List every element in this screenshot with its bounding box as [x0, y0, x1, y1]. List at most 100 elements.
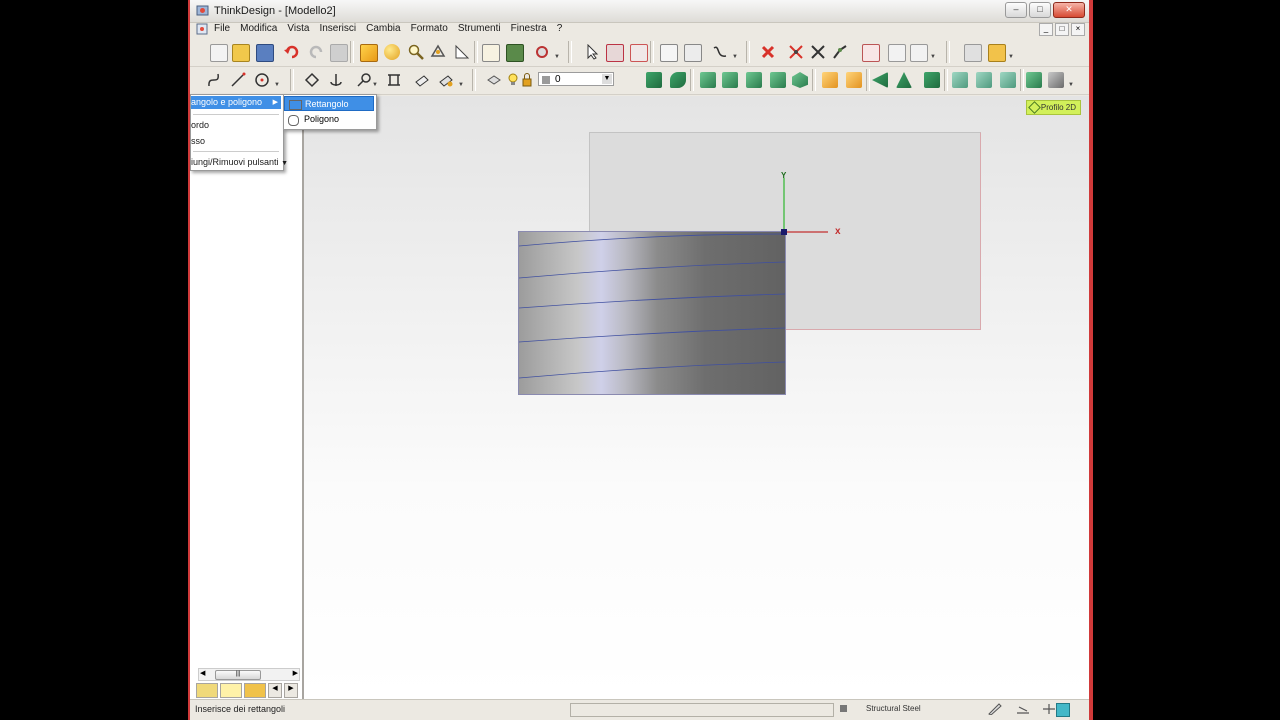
- menu-item-raccordo[interactable]: ordo: [191, 120, 209, 130]
- copy-icon[interactable]: [660, 44, 678, 62]
- lightbulb-icon[interactable]: [508, 72, 518, 88]
- save-icon[interactable]: [256, 44, 274, 62]
- redo-icon[interactable]: [308, 44, 324, 60]
- offset-icon[interactable]: [862, 44, 880, 62]
- dimension-icon[interactable]: [304, 72, 320, 88]
- select-filter-icon[interactable]: [606, 44, 624, 62]
- open-folder-icon[interactable]: [232, 44, 250, 62]
- menu-vista[interactable]: Vista: [287, 23, 309, 34]
- box-solid-icon[interactable]: [360, 44, 378, 62]
- menu-finestra[interactable]: Finestra: [511, 23, 547, 34]
- line-icon[interactable]: [230, 72, 246, 88]
- mirror-icon[interactable]: [976, 72, 992, 88]
- plane-icon[interactable]: [414, 72, 430, 88]
- document-icon[interactable]: [196, 23, 208, 35]
- spline-icon[interactable]: [206, 72, 222, 88]
- solid-subtract-icon[interactable]: [746, 72, 762, 88]
- menu-item-rettangolo[interactable]: Rettangolo: [284, 96, 374, 111]
- undo-icon[interactable]: [284, 44, 300, 60]
- menu-modifica[interactable]: Modifica: [240, 23, 277, 34]
- repeat-icon[interactable]: [330, 44, 348, 62]
- menu-inserisci[interactable]: Inserisci: [319, 23, 356, 34]
- minimize-button[interactable]: –: [1005, 2, 1027, 18]
- thicken-icon[interactable]: [1026, 72, 1042, 88]
- chevron-down-icon: ▼: [281, 160, 288, 167]
- menu-file[interactable]: File: [214, 23, 230, 34]
- select-window-icon[interactable]: [630, 44, 648, 62]
- feature-settings-icon[interactable]: [1048, 72, 1064, 88]
- extend-icon[interactable]: [832, 44, 848, 60]
- chevron-down-icon[interactable]: ▼: [602, 74, 612, 84]
- horizontal-scrollbar[interactable]: ◀ ||| ▶: [198, 668, 300, 681]
- 3d-viewport[interactable]: Profilo 2D Y x: [304, 96, 1089, 699]
- break-icon[interactable]: [810, 44, 826, 60]
- maximize-button[interactable]: □: [1029, 2, 1051, 18]
- menu-item-add-remove-buttons[interactable]: iungi/Rimuovi pulsanti ▼: [191, 157, 288, 167]
- menu-help[interactable]: ?: [557, 23, 563, 34]
- solid-shell-icon[interactable]: [792, 72, 808, 88]
- zoom-icon[interactable]: [408, 44, 424, 60]
- settings-icon[interactable]: [534, 44, 550, 60]
- rib-icon[interactable]: [896, 72, 912, 88]
- solid-intersect-icon[interactable]: [770, 72, 786, 88]
- transform-icon[interactable]: [910, 44, 928, 62]
- hatch-icon[interactable]: [386, 72, 402, 88]
- menu-cambia[interactable]: Cambia: [366, 23, 400, 34]
- lock-icon[interactable]: [522, 72, 532, 88]
- cylinder-solid[interactable]: [518, 231, 786, 395]
- circle-icon[interactable]: [254, 72, 270, 88]
- menu-strumenti[interactable]: Strumenti: [458, 23, 501, 34]
- scroll-left-icon[interactable]: ◀: [200, 669, 205, 677]
- doc-restore-button[interactable]: □: [1055, 23, 1069, 36]
- trim-icon[interactable]: [788, 44, 804, 60]
- paste-icon[interactable]: [684, 44, 702, 62]
- chamfer-icon[interactable]: [846, 72, 862, 88]
- profile-2d-button[interactable]: Profilo 2D: [1025, 100, 1081, 115]
- layer-icon[interactable]: [506, 44, 524, 62]
- split-icon[interactable]: [1000, 72, 1016, 88]
- close-button[interactable]: ✕: [1053, 2, 1085, 18]
- tab-tree[interactable]: [196, 683, 218, 698]
- menu-formato[interactable]: Formato: [411, 23, 448, 34]
- tab-next-button[interactable]: ▶: [284, 683, 298, 698]
- pattern-icon[interactable]: [952, 72, 968, 88]
- sketch-icon[interactable]: [1016, 703, 1030, 715]
- array-icon[interactable]: [888, 44, 906, 62]
- tab-layers[interactable]: [244, 683, 266, 698]
- delete-icon[interactable]: [760, 44, 776, 60]
- draft-icon[interactable]: [872, 72, 888, 88]
- solid-union-icon[interactable]: [722, 72, 738, 88]
- extrude-icon[interactable]: [646, 72, 662, 88]
- measure-icon[interactable]: [454, 44, 470, 60]
- table-icon[interactable]: [482, 44, 500, 62]
- workplane-icon[interactable]: [438, 72, 454, 88]
- menu-item-poligono[interactable]: Poligono: [284, 112, 374, 127]
- sphere-icon[interactable]: [384, 44, 400, 60]
- snap-icon[interactable]: [964, 44, 982, 62]
- view-orient-icon[interactable]: [430, 44, 446, 60]
- display-mode-icon[interactable]: [1056, 703, 1070, 717]
- new-file-icon[interactable]: [210, 44, 228, 62]
- layer-dropdown[interactable]: 0 ▼: [538, 72, 614, 86]
- snap-toggle-icon[interactable]: [1042, 703, 1056, 715]
- pen-icon[interactable]: [988, 703, 1002, 716]
- constraint-icon[interactable]: [356, 72, 372, 88]
- revolve-icon[interactable]: [670, 72, 686, 88]
- curve-icon[interactable]: [712, 44, 728, 60]
- render-icon[interactable]: [988, 44, 1006, 62]
- layer-properties-icon[interactable]: [486, 72, 502, 88]
- doc-close-button[interactable]: ×: [1071, 23, 1085, 36]
- tab-edit[interactable]: [220, 683, 242, 698]
- fillet-icon[interactable]: [822, 72, 838, 88]
- anchor-icon[interactable]: [328, 72, 344, 88]
- tab-prev-button[interactable]: ◀: [268, 683, 282, 698]
- hole-icon[interactable]: [924, 72, 940, 88]
- doc-minimize-button[interactable]: _: [1039, 23, 1053, 36]
- shape-flyout-menu: angolo e poligono ▶ ordo sso iungi/Rimuo…: [190, 94, 288, 171]
- select-arrow-icon[interactable]: [584, 43, 600, 60]
- menu-item-rectangle-polygon[interactable]: angolo e poligono ▶: [191, 96, 281, 109]
- menu-item-asso[interactable]: sso: [191, 136, 205, 146]
- solid-box-icon[interactable]: [700, 72, 716, 88]
- scrollbar-thumb[interactable]: |||: [215, 670, 261, 680]
- scroll-right-icon[interactable]: ▶: [293, 669, 298, 677]
